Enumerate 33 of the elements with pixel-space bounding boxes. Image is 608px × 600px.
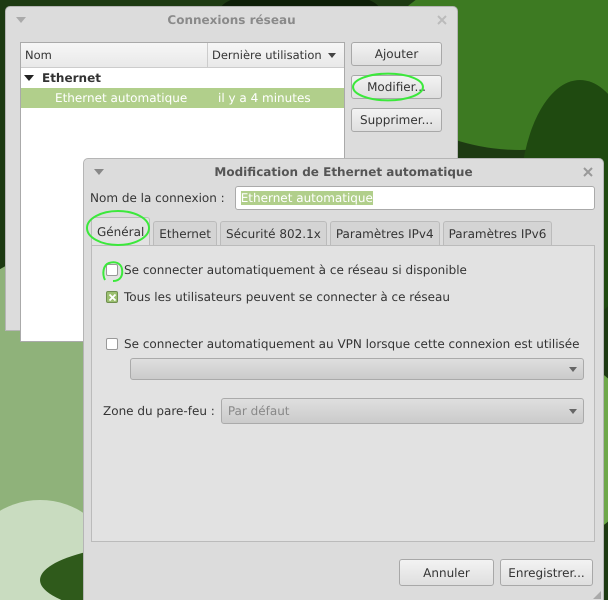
checkbox[interactable] [106, 338, 118, 350]
menu-arrow-icon[interactable] [94, 168, 104, 174]
checkbox-label: Tous les utilisateurs peuvent se connecter à ce réseau [124, 290, 450, 304]
tab[interactable]: Général [91, 217, 150, 245]
dialog-title: Modification de Ethernet automatique [213, 164, 474, 178]
menu-arrow-icon[interactable] [16, 16, 26, 22]
field-label: Nom de la connexion : [90, 191, 225, 205]
checkbox-label: Se connecter automatiquement au VPN lorsque cette connexion est utilisée [124, 337, 580, 351]
field-label: Zone du pare-feu : [103, 404, 215, 418]
close-icon[interactable] [583, 166, 593, 176]
dialog-button[interactable]: Annuler [399, 559, 494, 586]
tab[interactable]: Paramètres IPv6 [442, 221, 552, 245]
dialog-button[interactable]: Enregistrer... [500, 559, 593, 586]
expander-icon[interactable] [24, 73, 34, 83]
close-icon[interactable] [437, 14, 447, 24]
action-button[interactable]: Supprimer... [351, 108, 442, 132]
last-used-time: il y a 4 minutes [217, 91, 311, 105]
tab[interactable]: Ethernet [153, 221, 217, 245]
tab[interactable]: Paramètres IPv4 [330, 221, 440, 245]
checkbox[interactable] [106, 264, 118, 276]
connection-name: Ethernet automatique [54, 91, 188, 105]
dropdown-arrow-icon [569, 366, 577, 372]
dropdown-arrow-icon [569, 408, 577, 414]
tab[interactable]: Sécurité 802.1x [220, 221, 327, 245]
column-header[interactable]: Dernière utilisation [208, 43, 344, 67]
checkbox[interactable] [106, 291, 118, 303]
checkbox-label: Se connecter automatiquement à ce réseau si disponible [124, 263, 467, 277]
column-header[interactable]: Nom [21, 43, 208, 67]
resize-grip-icon[interactable] [593, 591, 601, 599]
group-label: Ethernet [42, 71, 101, 85]
sort-arrow-icon [328, 52, 336, 58]
window-title: Connexions réseau [166, 12, 297, 26]
action-button[interactable]: Ajouter [351, 42, 442, 66]
